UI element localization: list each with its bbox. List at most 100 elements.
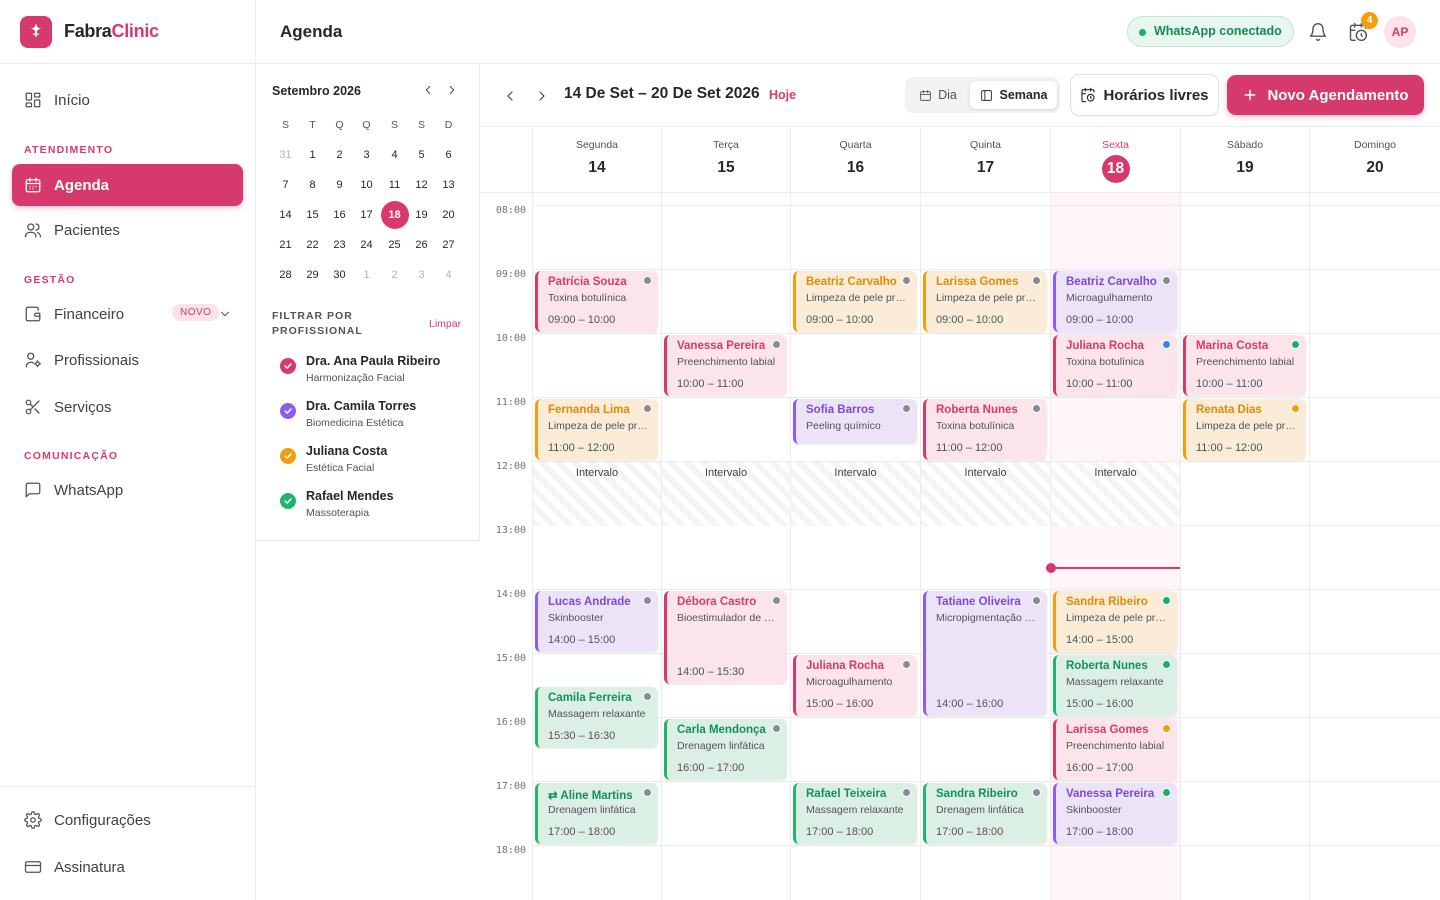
- day-header-sábado[interactable]: Sábado 19: [1180, 128, 1309, 193]
- clear-filter-link[interactable]: Limpar: [429, 318, 461, 330]
- view-week-button[interactable]: Semana: [970, 81, 1057, 109]
- appointment-card[interactable]: Roberta Nunes Massagem relaxante 15:00 – 1…: [1053, 655, 1177, 716]
- appointment-card[interactable]: Rafael Teixeira Massagem relaxante 17:00 –…: [793, 783, 917, 844]
- appointment-card[interactable]: Fernanda Lima Limpeza de pele profunda 11:…: [535, 399, 658, 460]
- appointment-card[interactable]: Patrícia Souza Toxina botulínica 09:00 – 1…: [535, 271, 658, 332]
- professional-filter-item[interactable]: Dra. Camila Torres Biomedicina Estética: [280, 399, 470, 435]
- professional-filter-item[interactable]: Rafael Mendes Massoterapia: [280, 489, 470, 525]
- sidebar-item-configuracoes[interactable]: Configurações: [12, 799, 243, 841]
- mini-calendar-day[interactable]: 4: [381, 149, 408, 161]
- appointment-card[interactable]: Vanessa Pereira Skinbooster 17:00 – 18:00: [1053, 783, 1177, 844]
- mini-calendar-day[interactable]: 22: [299, 239, 326, 251]
- check-circle-icon[interactable]: [280, 448, 296, 464]
- check-circle-icon[interactable]: [280, 403, 296, 419]
- mini-calendar-day[interactable]: 6: [435, 149, 462, 161]
- mini-calendar-day[interactable]: 8: [299, 179, 326, 191]
- check-circle-icon[interactable]: [280, 493, 296, 509]
- previous-week-button[interactable]: [502, 88, 518, 104]
- appointment-card[interactable]: Beatriz Carvalho Limpeza de pele profunda…: [793, 271, 917, 332]
- mini-calendar-day[interactable]: 23: [326, 239, 353, 251]
- mini-calendar-day[interactable]: 12: [408, 179, 435, 191]
- view-day-button[interactable]: Dia: [909, 81, 967, 109]
- mini-calendar-day[interactable]: 1: [353, 269, 380, 281]
- appointment-card[interactable]: Sandra Ribeiro Limpeza de pele profunda 14…: [1053, 591, 1177, 652]
- appointment-card[interactable]: Camila Ferreira Massagem relaxante 15:30 –…: [535, 687, 658, 748]
- mini-calendar-day[interactable]: 17: [353, 209, 380, 221]
- appointment-card[interactable]: Renata Dias Limpeza de pele profunda 11:00…: [1183, 399, 1306, 460]
- whatsapp-status-badge[interactable]: WhatsApp conectado: [1127, 16, 1294, 47]
- appointment-card[interactable]: Marina Costa Preenchimento labial 10:00 – …: [1183, 335, 1306, 396]
- check-circle-icon[interactable]: [280, 358, 296, 374]
- sidebar-item-financeiro[interactable]: Financeiro NOVO: [12, 293, 243, 335]
- mini-calendar-day[interactable]: 31: [272, 149, 299, 161]
- mini-calendar-day[interactable]: 1: [299, 149, 326, 161]
- mini-calendar-day[interactable]: 14: [272, 209, 299, 221]
- appointment-card[interactable]: Beatriz Carvalho Microagulhamento 09:00 – …: [1053, 271, 1177, 332]
- sidebar-item-whatsapp[interactable]: WhatsApp: [12, 469, 243, 511]
- today-button[interactable]: Hoje: [769, 88, 796, 102]
- mini-calendar-day[interactable]: 7: [272, 179, 299, 191]
- day-header-quinta[interactable]: Quinta 17: [920, 128, 1050, 193]
- appointment-card[interactable]: Juliana Rocha Microagulhamento 15:00 – 16:…: [793, 655, 917, 716]
- mini-calendar-day[interactable]: 30: [326, 269, 353, 281]
- avatar[interactable]: AP: [1384, 16, 1416, 48]
- sidebar-item-pacientes[interactable]: Pacientes: [12, 209, 243, 251]
- appointment-card[interactable]: Lucas Andrade Skinbooster 14:00 – 15:00: [535, 591, 658, 652]
- appointment-card[interactable]: Larissa Gomes Limpeza de pele profunda 09:…: [923, 271, 1047, 332]
- mini-calendar-day[interactable]: 28: [272, 269, 299, 281]
- mini-calendar-day[interactable]: 3: [353, 149, 380, 161]
- new-appointment-button[interactable]: Novo Agendamento: [1227, 75, 1424, 115]
- mini-calendar-day[interactable]: 9: [326, 179, 353, 191]
- mini-calendar-day[interactable]: 21: [272, 239, 299, 251]
- appointment-card[interactable]: Carla Mendonça Drenagem linfática 16:00 – …: [664, 719, 787, 780]
- mini-calendar-day[interactable]: 2: [326, 149, 353, 161]
- mini-calendar-day[interactable]: 3: [408, 269, 435, 281]
- mini-calendar-day[interactable]: 15: [299, 209, 326, 221]
- professional-filter-item[interactable]: Juliana Costa Estética Facial: [280, 444, 470, 480]
- appointment-card[interactable]: Larissa Gomes Preenchimento labial 16:00 –…: [1053, 719, 1177, 780]
- professional-filter-item[interactable]: Dra. Ana Paula Ribeiro Harmonização Facia…: [280, 354, 470, 390]
- appointment-card[interactable]: Sofia Barros Peeling químico: [793, 399, 917, 444]
- brand[interactable]: FabraClinic: [0, 0, 255, 64]
- appointment-card[interactable]: Roberta Nunes Toxina botulínica 11:00 – 12…: [923, 399, 1047, 460]
- day-column[interactable]: [1309, 193, 1440, 900]
- mini-calendar-day[interactable]: 29: [299, 269, 326, 281]
- sidebar-item-inicio[interactable]: Início: [12, 79, 243, 121]
- mini-calendar-day[interactable]: 18: [381, 209, 408, 221]
- free-slots-button[interactable]: Horários livres: [1070, 74, 1219, 116]
- day-header-sexta[interactable]: Sexta 18: [1050, 128, 1180, 193]
- mini-calendar-day[interactable]: 4: [435, 269, 462, 281]
- mini-calendar-day[interactable]: 16: [326, 209, 353, 221]
- chevron-left-icon[interactable]: [421, 83, 435, 97]
- mini-calendar-day[interactable]: 25: [381, 239, 408, 251]
- day-header-segunda[interactable]: Segunda 14: [532, 128, 661, 193]
- day-header-domingo[interactable]: Domingo 20: [1309, 128, 1440, 193]
- mini-calendar-day[interactable]: 24: [353, 239, 380, 251]
- day-header-quarta[interactable]: Quarta 16: [790, 128, 920, 193]
- chevron-down-icon[interactable]: [218, 307, 232, 321]
- mini-calendar-day[interactable]: 13: [435, 179, 462, 191]
- appointment-card[interactable]: Tatiane Oliveira Micropigmentação de sobr…: [923, 591, 1047, 716]
- appointment-card[interactable]: Vanessa Pereira Preenchimento labial 10:00…: [664, 335, 787, 396]
- chevron-right-icon[interactable]: [445, 83, 459, 97]
- mini-calendar-day[interactable]: 2: [381, 269, 408, 281]
- appointment-card[interactable]: Débora Castro Bioestimulador de colágeno 1…: [664, 591, 787, 684]
- appointment-card[interactable]: ⇄ Aline Martins Drenagem linfática 17:00 –…: [535, 783, 658, 844]
- sidebar-item-assinatura[interactable]: Assinatura: [12, 846, 243, 888]
- appointment-card[interactable]: Sandra Ribeiro Drenagem linfática 17:00 – …: [923, 783, 1047, 844]
- next-week-button[interactable]: [534, 88, 550, 104]
- day-column[interactable]: [661, 193, 790, 900]
- mini-calendar-day[interactable]: 10: [353, 179, 380, 191]
- mini-calendar-day[interactable]: 5: [408, 149, 435, 161]
- sidebar-item-agenda[interactable]: Agenda: [12, 164, 243, 206]
- mini-calendar-day[interactable]: 19: [408, 209, 435, 221]
- day-header-terça[interactable]: Terça 15: [661, 128, 790, 193]
- bell-icon[interactable]: [1308, 22, 1328, 42]
- sidebar-item-servicos[interactable]: Serviços: [12, 386, 243, 428]
- mini-calendar-day[interactable]: 26: [408, 239, 435, 251]
- day-column[interactable]: [1180, 193, 1309, 900]
- mini-calendar-day[interactable]: 11: [381, 179, 408, 191]
- mini-calendar-day[interactable]: 27: [435, 239, 462, 251]
- sidebar-item-profissionais[interactable]: Profissionais: [12, 339, 243, 381]
- mini-calendar-day[interactable]: 20: [435, 209, 462, 221]
